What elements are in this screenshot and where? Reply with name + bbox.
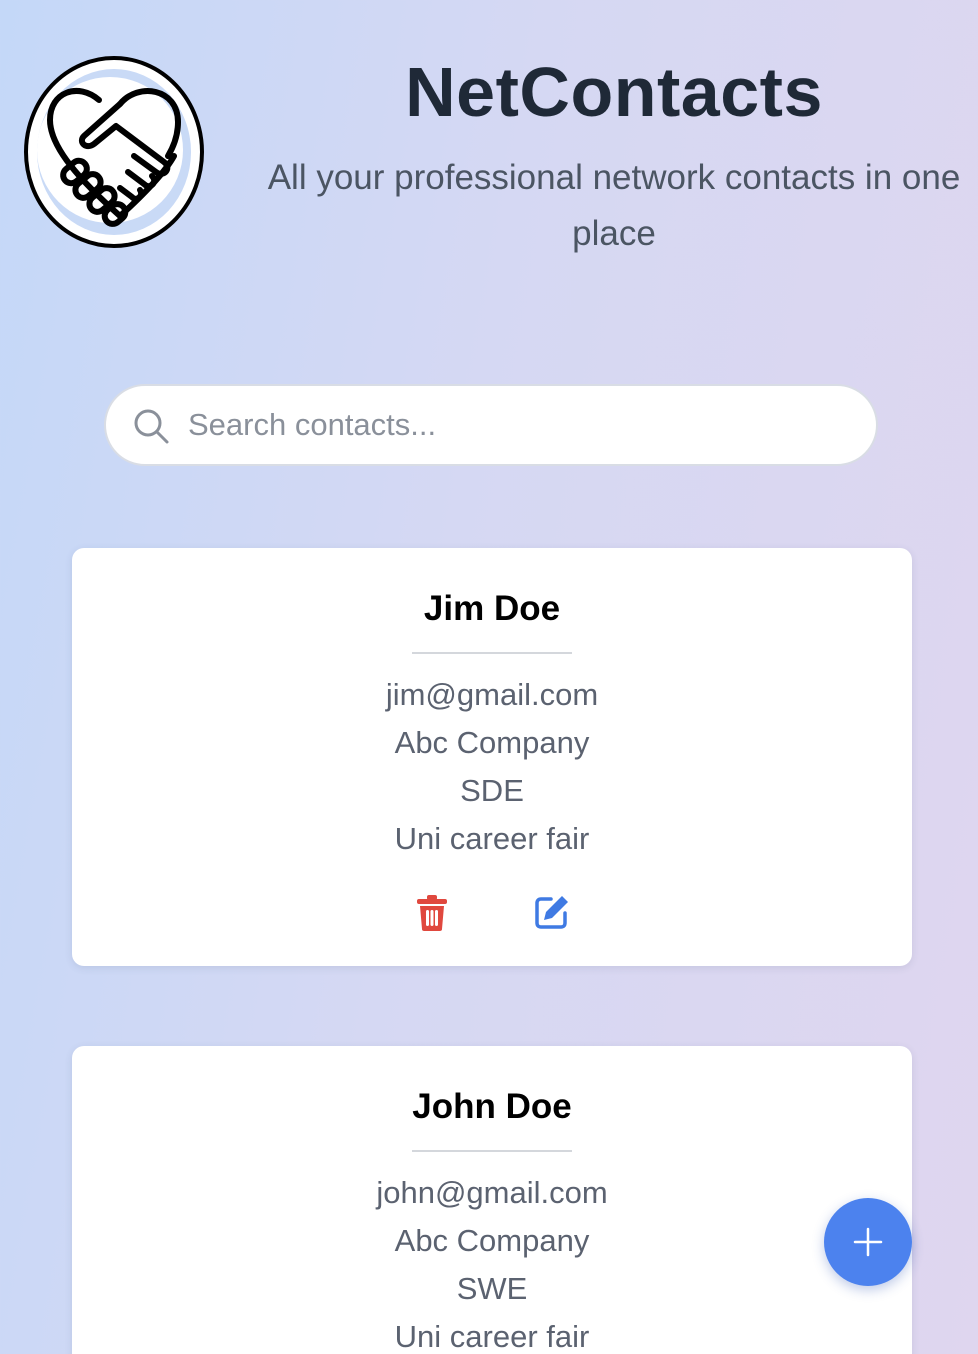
contact-role: SWE: [456, 1271, 528, 1306]
contact-email: jim@gmail.com: [385, 677, 599, 712]
contact-name: Jim Doe: [423, 589, 561, 628]
plus-icon: [853, 1227, 883, 1257]
handshake-heart-icon: [24, 56, 204, 248]
contact-name: John Doe: [412, 1087, 572, 1126]
search-input[interactable]: [188, 400, 848, 450]
add-contact-button[interactable]: [824, 1198, 912, 1286]
contact-details: john@gmail.com Abc Company SWE Uni caree…: [72, 1169, 912, 1354]
search-icon: [132, 407, 170, 445]
trash-icon: [417, 895, 447, 931]
divider: [412, 1150, 572, 1152]
delete-contact-button[interactable]: [416, 894, 448, 932]
contact-details: jim@gmail.com Abc Company SDE Uni career…: [72, 671, 912, 863]
edit-icon: [535, 896, 568, 929]
contact-email: john@gmail.com: [376, 1175, 608, 1210]
contact-company: Abc Company: [394, 725, 590, 760]
app-subtitle: All your professional network contacts i…: [267, 158, 961, 253]
app-logo: [24, 56, 204, 248]
contact-card: John Doe john@gmail.com Abc Company SWE …: [72, 1046, 912, 1354]
contact-role: SDE: [460, 773, 524, 808]
card-actions: [72, 894, 912, 934]
contact-met-at: Uni career fair: [394, 821, 590, 856]
contact-company: Abc Company: [394, 1223, 590, 1258]
app-title: NetContacts: [405, 53, 823, 131]
divider: [412, 652, 572, 654]
contact-met-at: Uni career fair: [394, 1319, 590, 1354]
search-bar[interactable]: [104, 384, 878, 466]
contact-card: Jim Doe jim@gmail.com Abc Company SDE Un…: [72, 548, 912, 966]
edit-contact-button[interactable]: [534, 894, 570, 930]
